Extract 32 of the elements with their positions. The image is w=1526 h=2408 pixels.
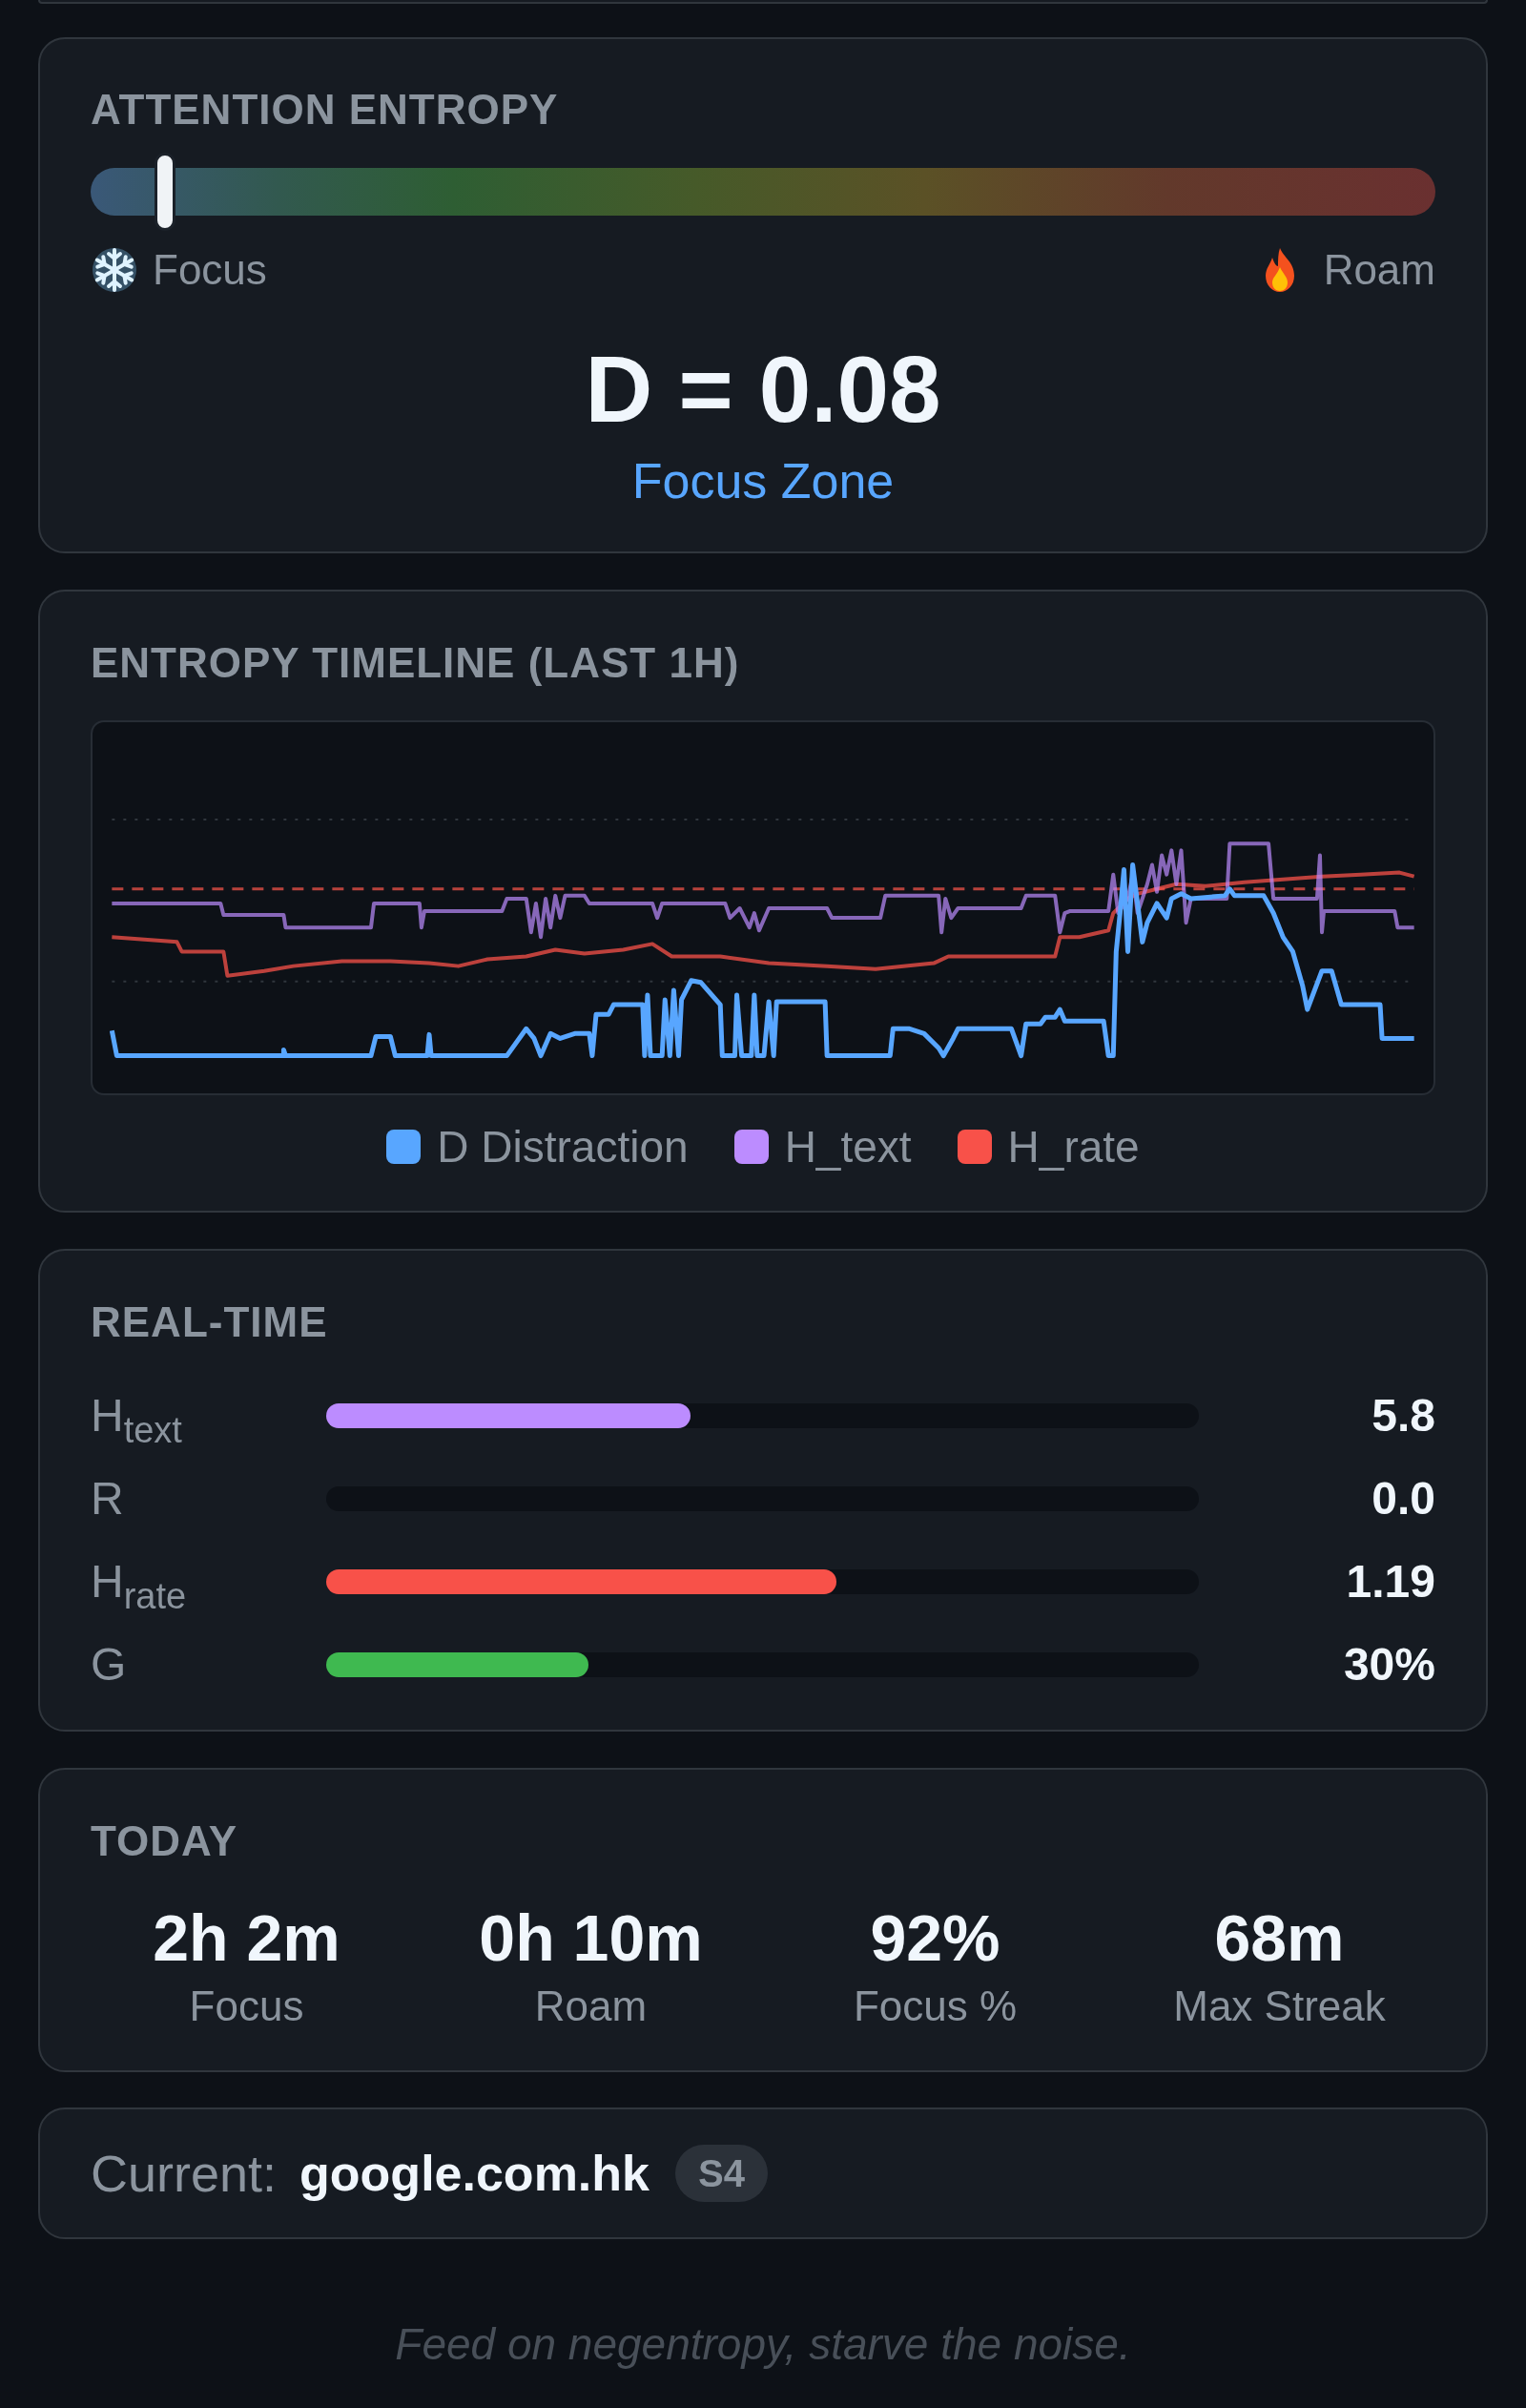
stat-value: 2h 2m <box>153 1901 340 1974</box>
metric-label: R <box>91 1471 124 1526</box>
metric-label: G <box>91 1637 127 1692</box>
stat-label: Max Streak <box>1173 1982 1386 2031</box>
footer-tagline: Feed on negentropy, starve the noise. <box>395 2318 1131 2370</box>
scale-label: Focus <box>153 245 267 295</box>
metric-value: 30% <box>1343 1637 1435 1692</box>
stat-label: Focus <box>189 1982 304 2031</box>
metric-value: 5.8 <box>1371 1388 1435 1443</box>
current-label: Current: <box>91 2144 278 2203</box>
stat-value: 92% <box>870 1901 1000 1974</box>
metric-value: 1.19 <box>1346 1554 1435 1609</box>
snowflake-icon <box>91 246 138 294</box>
section-title: REAL-TIME <box>91 1297 328 1347</box>
section-title: ENTROPY TIMELINE (LAST 1H) <box>91 638 740 688</box>
section-title: ATTENTION ENTROPY <box>91 85 559 135</box>
site-badge: S4 <box>675 2145 768 2202</box>
distraction-value: D = 0.08 <box>585 338 941 441</box>
stat-label: Focus % <box>853 1982 1018 2031</box>
section-title: TODAY <box>91 1816 238 1866</box>
scale-label: Roam <box>1323 245 1435 295</box>
stat-value: 68m <box>1214 1901 1345 1974</box>
legend-label: D Distraction <box>437 1121 689 1173</box>
legend-label: H_text <box>784 1121 912 1173</box>
metric-label: H$_{rate}$ <box>91 1554 187 1610</box>
metric-label: H$_{text}$ <box>91 1388 182 1444</box>
zone-label: Focus Zone <box>631 452 895 509</box>
stat-value: 0h 10m <box>479 1901 703 1974</box>
legend-label: H_rate <box>1007 1121 1140 1173</box>
metric-value: 0.0 <box>1371 1471 1435 1526</box>
stat-label: Roam <box>534 1982 648 2031</box>
site-name: google.com.hk <box>299 2145 650 2203</box>
